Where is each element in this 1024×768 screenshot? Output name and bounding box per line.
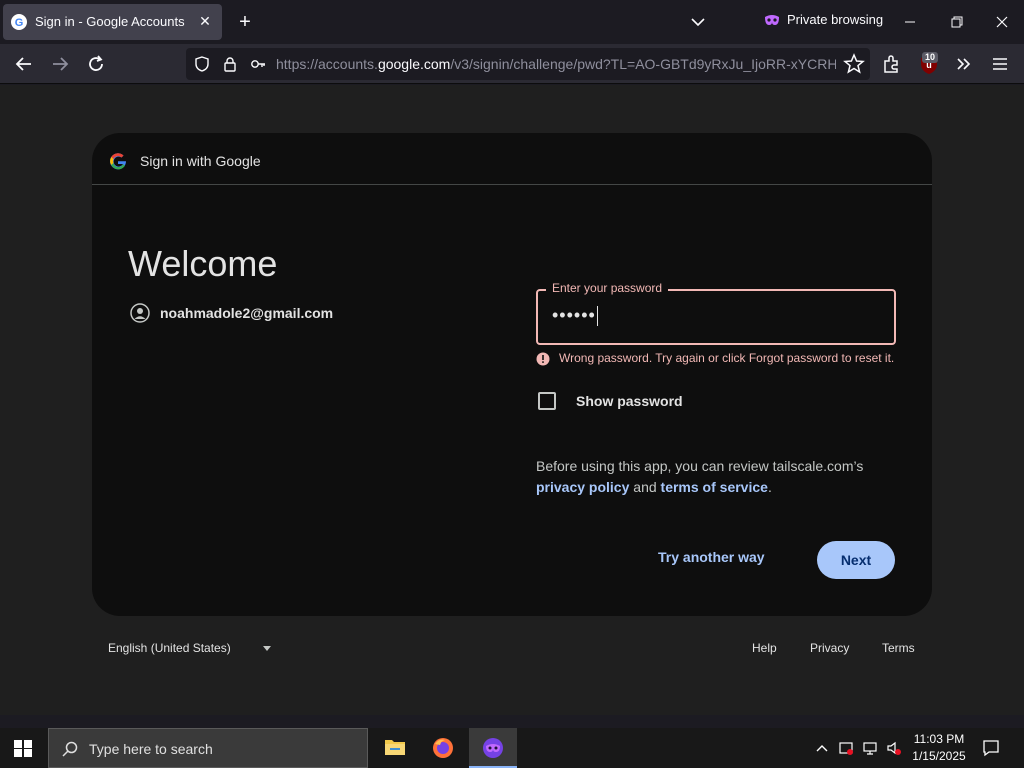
minimize-window-icon[interactable] bbox=[896, 8, 924, 36]
close-window-icon[interactable] bbox=[988, 8, 1016, 36]
windows-start-icon[interactable] bbox=[14, 740, 32, 757]
password-input-label: Enter your password bbox=[546, 281, 669, 295]
privacy-policy-link[interactable]: privacy policy bbox=[536, 479, 629, 495]
help-link[interactable]: Help bbox=[752, 641, 777, 655]
overflow-chevrons-icon[interactable] bbox=[952, 52, 976, 76]
terms-of-service-link[interactable]: terms of service bbox=[661, 479, 768, 495]
list-all-tabs-chevron-icon[interactable] bbox=[688, 12, 708, 32]
language-selector[interactable]: English (United States) bbox=[108, 641, 271, 655]
error-icon bbox=[536, 352, 550, 366]
taskbar: Type here to search 11:03 PM 1/15/2025 bbox=[0, 728, 1024, 768]
folder-icon bbox=[385, 740, 405, 755]
tab-strip: G Sign in - Google Accounts ✕ + Private … bbox=[0, 0, 1024, 44]
taskbar-search-box[interactable]: Type here to search bbox=[48, 728, 368, 768]
signin-card: Sign in with Google Welcome noahmadole2@… bbox=[92, 133, 932, 616]
next-button[interactable]: Next bbox=[817, 541, 895, 579]
password-value[interactable]: •••••• bbox=[552, 305, 598, 327]
page-content: Sign in with Google Welcome noahmadole2@… bbox=[0, 85, 1024, 715]
tab-close-icon[interactable]: ✕ bbox=[196, 12, 214, 30]
search-icon bbox=[62, 741, 78, 757]
extensions-puzzle-icon[interactable] bbox=[880, 52, 904, 76]
privacy-link[interactable]: Privacy bbox=[810, 641, 849, 655]
security-status-icon[interactable] bbox=[838, 740, 854, 756]
forward-arrow-icon[interactable] bbox=[48, 52, 72, 76]
card-header: Sign in with Google bbox=[92, 133, 932, 185]
firefox-taskbar-button[interactable] bbox=[419, 728, 467, 768]
extension-badge: 10 bbox=[922, 52, 939, 63]
password-error: Wrong password. Try again or click Forgo… bbox=[536, 351, 900, 366]
network-icon[interactable] bbox=[862, 740, 878, 756]
clock-date: 1/15/2025 bbox=[912, 749, 966, 763]
tracking-protection-shield-icon[interactable] bbox=[194, 56, 210, 72]
search-placeholder: Type here to search bbox=[89, 741, 213, 757]
password-input[interactable]: Enter your password •••••• bbox=[536, 281, 896, 345]
firefox-private-taskbar-button[interactable] bbox=[469, 728, 517, 768]
lock-icon[interactable] bbox=[222, 56, 238, 72]
tab-title: Sign in - Google Accounts bbox=[35, 14, 185, 29]
dropdown-caret-icon bbox=[262, 645, 271, 651]
error-message: Wrong password. Try again or click Forgo… bbox=[559, 351, 895, 365]
try-another-way-button[interactable]: Try another way bbox=[658, 549, 765, 565]
private-browsing-indicator: Private browsing bbox=[764, 12, 883, 27]
new-tab-button[interactable]: + bbox=[234, 11, 256, 33]
url-text[interactable]: https://accounts.google.com/v3/signin/ch… bbox=[276, 56, 836, 72]
reload-icon[interactable] bbox=[84, 52, 108, 76]
show-password-checkbox[interactable] bbox=[538, 392, 556, 410]
bookmark-star-icon[interactable] bbox=[842, 52, 866, 76]
firefox-private-icon bbox=[483, 738, 503, 758]
account-chip[interactable]: noahmadole2@gmail.com bbox=[130, 303, 333, 323]
tab-google-signin[interactable]: G Sign in - Google Accounts ✕ bbox=[3, 4, 222, 40]
private-mask-icon bbox=[765, 14, 779, 25]
speaker-muted-icon[interactable] bbox=[886, 740, 902, 756]
key-icon[interactable] bbox=[250, 56, 266, 72]
navigation-toolbar: https://accounts.google.com/v3/signin/ch… bbox=[0, 44, 1024, 84]
language-label: English (United States) bbox=[108, 641, 231, 655]
text-caret bbox=[596, 306, 598, 327]
show-password-label[interactable]: Show password bbox=[576, 393, 683, 409]
account-circle-icon bbox=[130, 303, 150, 323]
system-clock[interactable]: 11:03 PM 1/15/2025 bbox=[908, 731, 970, 765]
google-favicon-icon: G bbox=[11, 14, 27, 30]
svg-text:G: G bbox=[15, 17, 24, 29]
consent-disclaimer: Before using this app, you can review ta… bbox=[536, 458, 864, 495]
page-title: Welcome bbox=[128, 243, 278, 284]
private-browsing-label: Private browsing bbox=[787, 12, 884, 27]
card-header-title: Sign in with Google bbox=[140, 153, 261, 169]
file-explorer-taskbar-button[interactable] bbox=[371, 728, 419, 768]
hamburger-menu-icon[interactable] bbox=[988, 52, 1012, 76]
notifications-icon[interactable] bbox=[982, 739, 1000, 757]
account-email: noahmadole2@gmail.com bbox=[160, 305, 334, 321]
url-bar[interactable]: https://accounts.google.com/v3/signin/ch… bbox=[186, 48, 870, 80]
clock-time: 11:03 PM bbox=[913, 732, 965, 746]
restore-window-icon[interactable] bbox=[942, 8, 970, 36]
show-hidden-icons-chevron-icon[interactable] bbox=[814, 740, 830, 756]
back-arrow-icon[interactable] bbox=[12, 52, 36, 76]
firefox-icon bbox=[433, 738, 453, 758]
google-logo-icon bbox=[110, 153, 127, 170]
show-password-toggle[interactable]: Show password bbox=[538, 392, 683, 410]
terms-link[interactable]: Terms bbox=[882, 641, 915, 655]
